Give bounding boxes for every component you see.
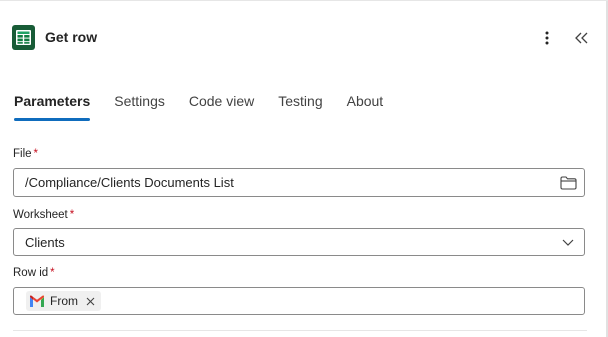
- tab-testing[interactable]: Testing: [278, 93, 322, 123]
- gmail-icon: [29, 295, 45, 308]
- more-vertical-icon[interactable]: [538, 29, 556, 47]
- tab-code-view[interactable]: Code view: [189, 93, 254, 123]
- worksheet-label: Worksheet *: [13, 209, 74, 221]
- row-id-label: Row id *: [13, 267, 55, 279]
- folder-icon[interactable]: [559, 174, 577, 192]
- tab-parameters[interactable]: Parameters: [14, 93, 91, 123]
- row-id-field[interactable]: From: [13, 287, 585, 315]
- file-field[interactable]: /Compliance/Clients Documents List: [13, 168, 585, 197]
- worksheet-dropdown[interactable]: Clients: [13, 228, 585, 256]
- file-label: File *: [13, 148, 38, 160]
- chevron-down-icon[interactable]: [559, 234, 577, 252]
- panel-header: Get row: [12, 23, 97, 51]
- required-marker: *: [33, 148, 39, 160]
- close-icon[interactable]: [85, 296, 95, 306]
- required-marker: *: [50, 267, 55, 279]
- excel-online-icon: [12, 24, 35, 50]
- action-details-panel: Get row Parameters Settings Code view Te…: [0, 0, 608, 337]
- required-marker: *: [69, 209, 75, 221]
- tab-settings[interactable]: Settings: [114, 93, 165, 123]
- file-label-text: File: [13, 148, 32, 160]
- dynamic-content-token[interactable]: From: [26, 291, 101, 311]
- row-id-label-text: Row id: [13, 267, 49, 279]
- tab-about[interactable]: About: [347, 93, 384, 123]
- worksheet-selected-value: Clients: [25, 234, 65, 250]
- tab-list: Parameters Settings Code view Testing Ab…: [14, 93, 407, 123]
- token-label: From: [50, 294, 78, 308]
- worksheet-label-text: Worksheet: [13, 209, 68, 221]
- divider: [13, 330, 587, 331]
- double-chevron-left-icon[interactable]: [573, 29, 591, 47]
- file-field-value: /Compliance/Clients Documents List: [25, 175, 234, 190]
- action-title[interactable]: Get row: [45, 29, 97, 45]
